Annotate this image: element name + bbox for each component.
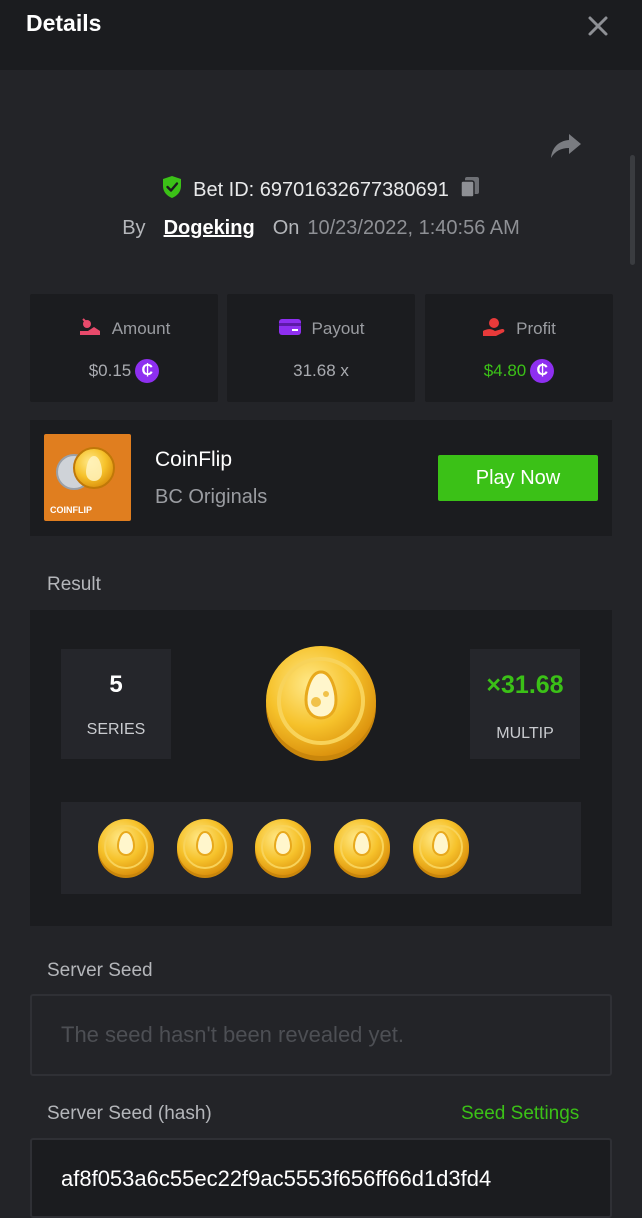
bet-datetime: 10/23/2022, 1:40:56 AM bbox=[307, 216, 520, 239]
server-seed-field[interactable]: The seed hasn't been revealed yet. bbox=[30, 994, 612, 1076]
bet-id-row: Bet ID: 69701632677380691 bbox=[0, 176, 642, 204]
stat-amount: Amount $0.15 ₵ bbox=[30, 294, 218, 402]
scrollbar[interactable] bbox=[630, 155, 635, 265]
share-icon[interactable] bbox=[549, 130, 583, 162]
user-link[interactable]: Dogeking bbox=[164, 217, 255, 240]
currency-coin-icon: ₵ bbox=[530, 359, 555, 383]
series-value: 5 bbox=[109, 671, 123, 698]
server-seed-hash-field[interactable]: af8f053a6c55ec22f9ac5553f656ff66d1d3fd4 bbox=[30, 1138, 612, 1218]
game-provider: BC Originals bbox=[155, 486, 268, 508]
history-coin-icon bbox=[334, 819, 390, 878]
page-title: Details bbox=[26, 10, 102, 36]
stat-value: $4.80 bbox=[483, 361, 527, 380]
server-seed-placeholder: The seed hasn't been revealed yet. bbox=[61, 1022, 404, 1047]
result-coin-icon bbox=[266, 646, 376, 761]
payout-card-icon bbox=[278, 317, 302, 342]
stat-value: $0.15 bbox=[88, 361, 132, 380]
bet-byline: By Dogeking On 10/23/2022, 1:40:56 AM bbox=[0, 214, 642, 242]
result-label: Result bbox=[47, 574, 101, 595]
stat-value: 31.68 x bbox=[293, 361, 349, 380]
server-seed-label: Server Seed bbox=[47, 960, 153, 981]
coin-history-strip bbox=[61, 802, 581, 894]
stat-label: Amount bbox=[111, 319, 171, 338]
bet-id-text: Bet ID: 69701632677380691 bbox=[193, 178, 449, 201]
history-coin-icon bbox=[177, 819, 233, 878]
close-icon[interactable] bbox=[584, 12, 612, 40]
game-panel: COINFLIP CoinFlip BC Originals Play Now bbox=[30, 420, 612, 536]
game-name: CoinFlip bbox=[155, 448, 233, 471]
stat-profit: Profit $4.80 ₵ bbox=[425, 294, 613, 402]
stat-payout: Payout 31.68 x bbox=[227, 294, 415, 402]
details-header: Details bbox=[0, 0, 642, 70]
multiplier-box: ×31.68 MULTIP bbox=[470, 649, 580, 759]
thumb-label: COINFLIP bbox=[50, 505, 92, 515]
history-coin-icon bbox=[255, 819, 311, 878]
on-label: On bbox=[272, 216, 300, 239]
play-now-button[interactable]: Play Now bbox=[438, 455, 598, 501]
series-label: SERIES bbox=[86, 721, 146, 738]
result-panel: 5 SERIES ×31.68 MULTIP bbox=[30, 610, 612, 926]
history-coin-icon bbox=[413, 819, 469, 878]
multiplier-value: ×31.68 bbox=[486, 671, 564, 699]
stat-label: Profit bbox=[516, 319, 556, 338]
server-seed-hash-label: Server Seed (hash) bbox=[47, 1103, 212, 1124]
profit-hand-icon bbox=[482, 317, 506, 342]
stat-label: Payout bbox=[311, 319, 365, 338]
by-label: By bbox=[122, 216, 146, 239]
seed-settings-link[interactable]: Seed Settings bbox=[461, 1103, 579, 1125]
server-seed-hash-value: af8f053a6c55ec22f9ac5553f656ff66d1d3fd4 bbox=[61, 1166, 492, 1191]
history-coin-icon bbox=[98, 819, 154, 878]
coinflip-thumbnail[interactable]: COINFLIP bbox=[44, 434, 131, 521]
currency-coin-icon: ₵ bbox=[135, 359, 160, 383]
amount-icon bbox=[78, 317, 102, 342]
multiplier-label: MULTIP bbox=[496, 725, 554, 742]
verified-shield-icon bbox=[161, 175, 183, 205]
series-box: 5 SERIES bbox=[61, 649, 171, 759]
copy-icon[interactable] bbox=[459, 175, 481, 205]
